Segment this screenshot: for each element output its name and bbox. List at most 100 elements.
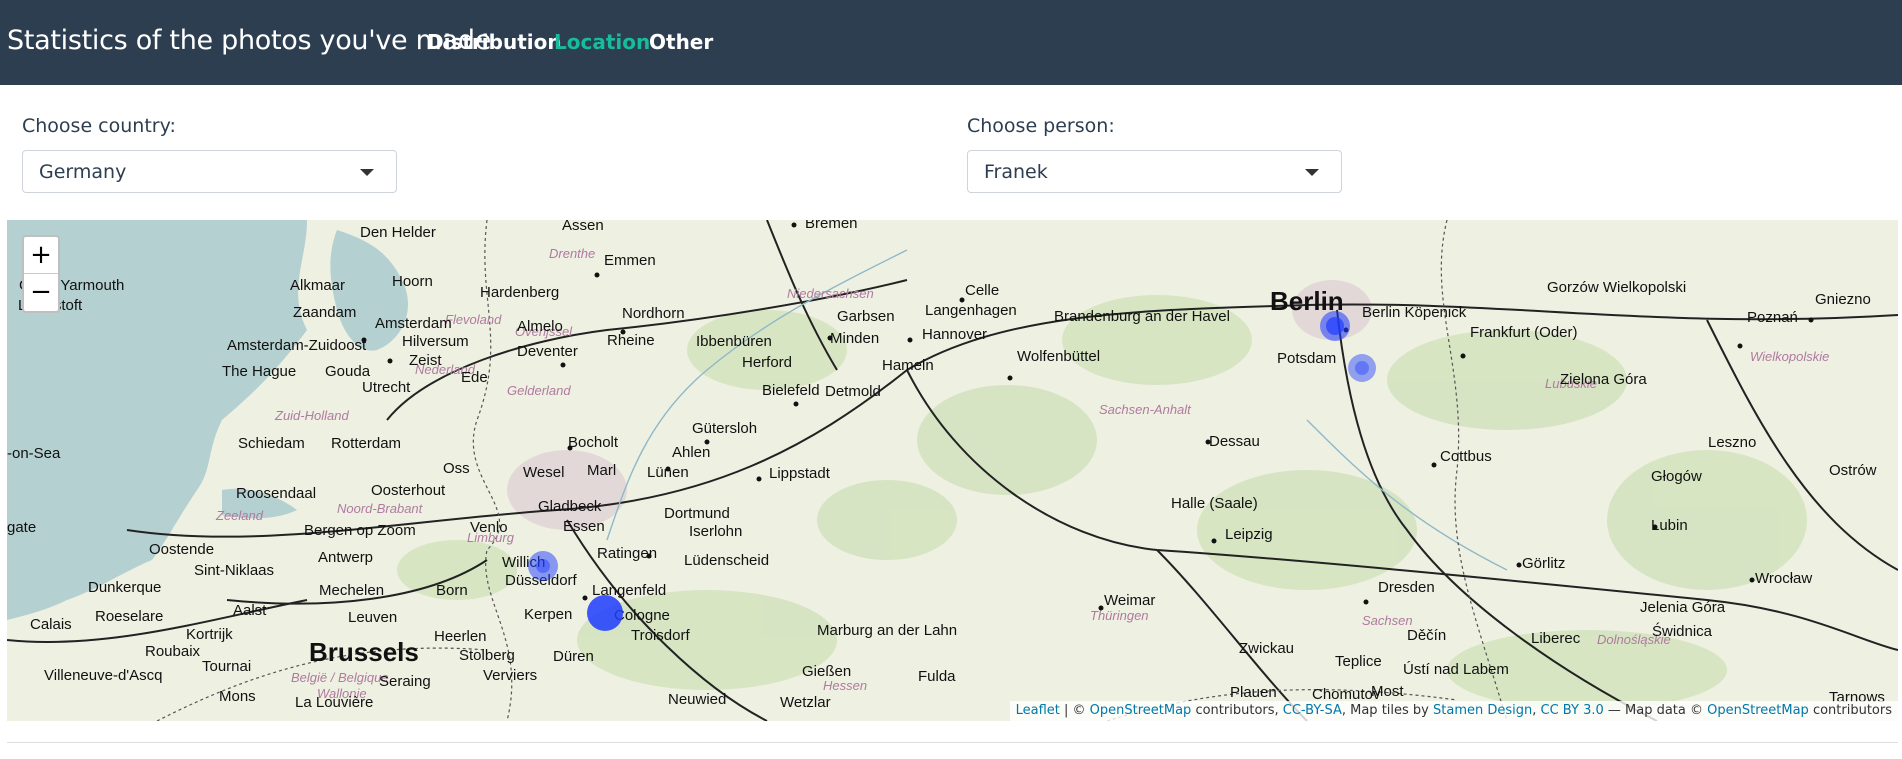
city-label: Zielona Góra [1560,371,1647,388]
city-label: Zeist [409,352,442,369]
city-label: Berlin Köpenick [1362,304,1467,321]
city-label: Teplice [1335,653,1382,670]
city-label: Bocholt [568,434,619,451]
city-label: Wolfenbüttel [1017,348,1100,365]
city-label: Oostende [149,541,214,558]
city-label: Görlitz [1522,555,1565,572]
nav-distribution[interactable]: Distribution [427,30,562,54]
city-label: Tournai [202,658,251,675]
city-label: Roosendaal [236,485,316,502]
city-label: Amsterdam [375,315,452,332]
city-label: Dessau [1209,433,1260,450]
city-label: Calais [30,616,72,633]
photo-marker[interactable] [587,595,623,631]
city-label: Minden [830,330,879,347]
country-select[interactable]: Germany [22,150,397,193]
city-label: Lünen [647,464,689,481]
city-label: Ratingen [597,545,657,562]
region-label: Drenthe [549,246,595,261]
city-label: Detmold [825,383,881,400]
city-label: Bielefeld [762,382,820,399]
city-label: Plauen [1230,684,1277,701]
osm-data-link[interactable]: OpenStreetMap [1707,703,1809,718]
navbar: Statistics of the photos you've made Dis… [0,0,1902,85]
city-label: Hoorn [392,273,433,290]
city-label: Gouda [325,363,371,380]
city-label: Gladbeck [538,498,602,515]
osm-link[interactable]: OpenStreetMap [1090,703,1192,718]
zoom-in-button[interactable]: + [24,237,58,274]
ccbysa-link[interactable]: CC-BY-SA [1283,703,1342,718]
city-label: Dresden [1378,579,1435,596]
map[interactable]: Niedersachsen Drenthe Overijssel Flevola… [7,220,1898,721]
city-label: Marl [587,462,616,479]
city-label: Kerpen [524,606,572,623]
city-label: Garbsen [837,308,895,325]
city-label: Oss [443,460,470,477]
city-label: Nordhorn [622,305,685,322]
attribution-text: , [1532,703,1541,718]
city-label: Wrocław [1755,570,1812,587]
city-label: Cottbus [1440,448,1492,465]
divider [7,742,1898,743]
city-label: Deventer [517,343,578,360]
city-label: Gorzów Wielkopolski [1547,279,1686,296]
zoom-control: + − [22,235,60,313]
city-label: Schiedam [238,435,305,452]
stamen-link[interactable]: Stamen Design [1433,703,1532,718]
region-label: Flevoland [445,312,502,327]
person-select[interactable]: Franek [967,150,1342,193]
nav-other[interactable]: Other [649,30,713,54]
leaflet-link[interactable]: Leaflet [1016,703,1060,718]
city-label: Weimar [1104,592,1155,609]
region-label: Noord-Brabant [337,501,424,516]
city-label: Frankfurt (Oder) [1470,324,1578,341]
city-label: La Louvière [295,694,373,711]
region-label: Zeeland [215,508,264,523]
city-label: Hameln [882,357,934,374]
city-label: Gniezno [1815,291,1871,308]
city-label: Lubin [1651,517,1688,534]
city-label: Verviers [483,667,537,684]
chevron-down-icon [1305,169,1319,176]
city-label: Gütersloh [692,420,757,437]
city-label: Halle (Saale) [1171,495,1258,512]
city-label: Leszno [1708,434,1756,451]
region-label: Gelderland [507,383,571,398]
city-label: Świdnica [1652,622,1713,640]
city-label: Ústí nad Labem [1403,661,1509,678]
city-label: Lippstadt [769,465,831,482]
nav-location[interactable]: Location [554,30,650,54]
city-label: Poznań [1747,309,1798,326]
city-label: Leipzig [1225,526,1273,543]
city-label: Marburg an der Lahn [817,622,957,639]
city-label: Ostrów [1829,462,1877,479]
city-label: Ede [461,369,488,386]
region-label: Niedersachsen [787,286,874,301]
person-select-value: Franek [984,161,1048,183]
attribution-text: — Map data © [1603,703,1708,718]
zoom-out-button[interactable]: − [24,274,58,311]
region-label: Zuid-Holland [274,408,349,423]
city-label: Liberec [1531,630,1581,647]
city-label: Roubaix [145,643,201,660]
city-label: Emmen [604,252,656,269]
city-label: Hannover [922,326,987,343]
city-label: Wetzlar [780,694,831,711]
city-label: Zaandam [293,304,356,321]
brand-title[interactable]: Statistics of the photos you've made [7,25,491,56]
city-label: Langenhagen [925,302,1017,319]
map-attribution: Leaflet | © OpenStreetMap contributors , … [1009,701,1898,721]
city-label: Lüdenscheid [684,552,769,569]
chevron-down-icon [360,169,374,176]
city-label: Düren [553,648,594,665]
region-label: België / Belgique [291,670,389,685]
city-label: Antwerp [318,549,373,566]
ccby-link[interactable]: CC BY 3.0 [1541,703,1604,718]
city-label: Venlo [470,519,508,536]
city-label: Herford [742,354,792,371]
city-label: Aalst [233,602,267,619]
city-label: Gießen [802,663,851,680]
map-tiles: Niedersachsen Drenthe Overijssel Flevola… [7,220,1898,721]
city-label: Roeselare [95,608,163,625]
